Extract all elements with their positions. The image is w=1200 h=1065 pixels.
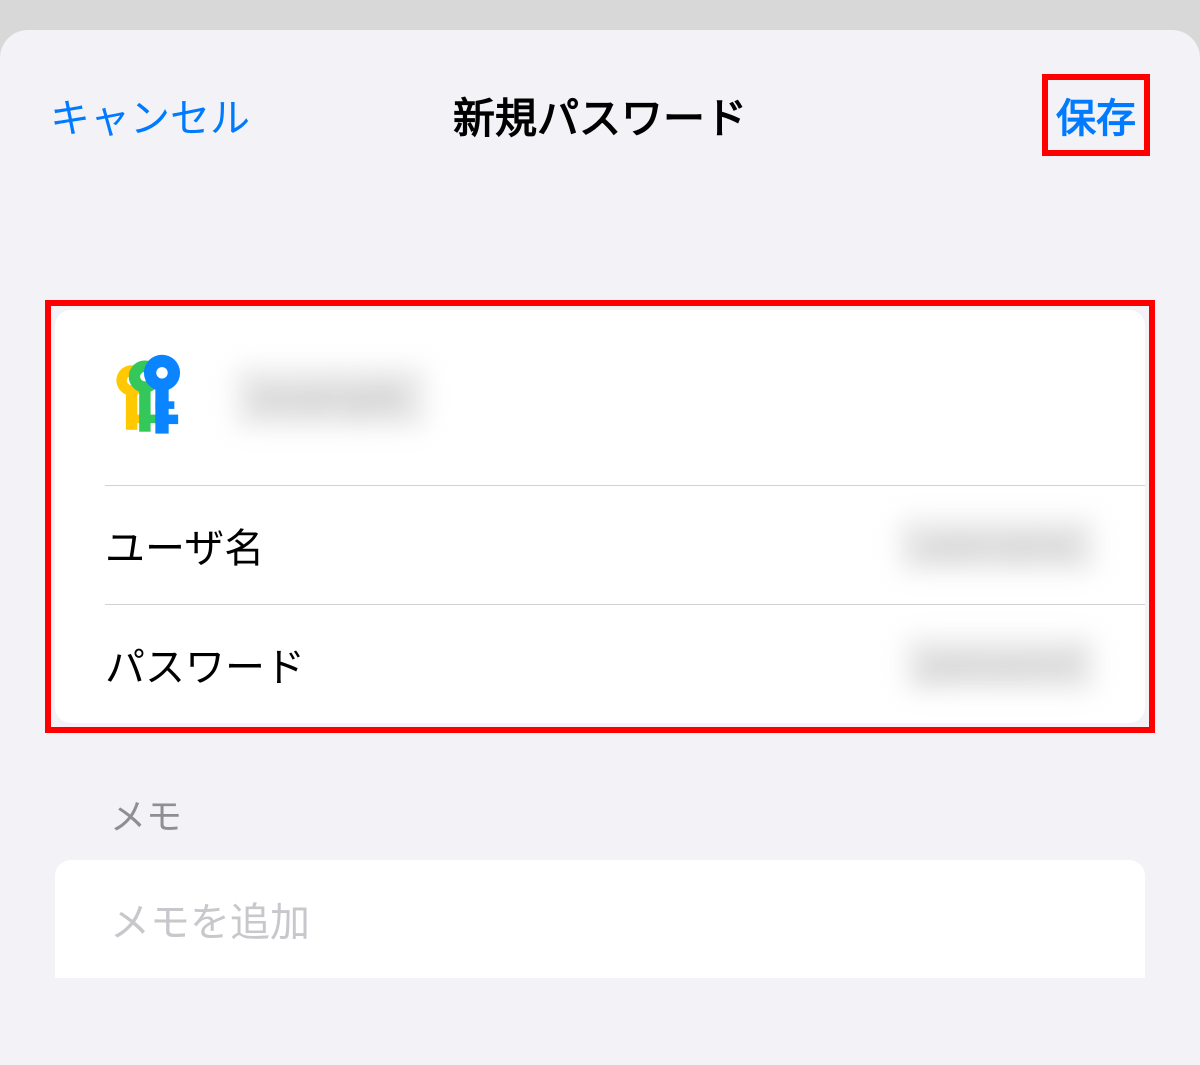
notes-card[interactable]: メモを追加 — [55, 860, 1145, 978]
username-value-blurred: username — [899, 518, 1095, 572]
passwords-keys-icon — [105, 350, 200, 445]
page-title: 新規パスワード — [453, 85, 747, 146]
content-area: example ユーザ名 username パスワード password — [0, 160, 1200, 978]
site-value-blurred: example — [235, 367, 426, 428]
notes-section-label: メモ — [45, 733, 1155, 860]
password-value-blurred: password — [905, 637, 1095, 691]
backdrop — [0, 0, 1200, 30]
password-label: パスワード — [105, 635, 305, 693]
notes-placeholder: メモを追加 — [110, 890, 1090, 948]
username-label: ユーザ名 — [105, 516, 264, 574]
username-row[interactable]: ユーザ名 username — [55, 486, 1145, 604]
nav-header: キャンセル 新規パスワード 保存 — [0, 30, 1200, 160]
new-password-modal: キャンセル 新規パスワード 保存 — [0, 30, 1200, 1065]
save-highlight-outline: 保存 — [1042, 74, 1150, 156]
site-row[interactable]: example — [55, 310, 1145, 485]
password-row[interactable]: パスワード password — [55, 605, 1145, 723]
credentials-card: example ユーザ名 username パスワード password — [55, 310, 1145, 723]
fields-highlight-outline: example ユーザ名 username パスワード password — [45, 300, 1155, 733]
save-button[interactable]: 保存 — [1056, 86, 1136, 144]
cancel-button[interactable]: キャンセル — [50, 86, 250, 144]
